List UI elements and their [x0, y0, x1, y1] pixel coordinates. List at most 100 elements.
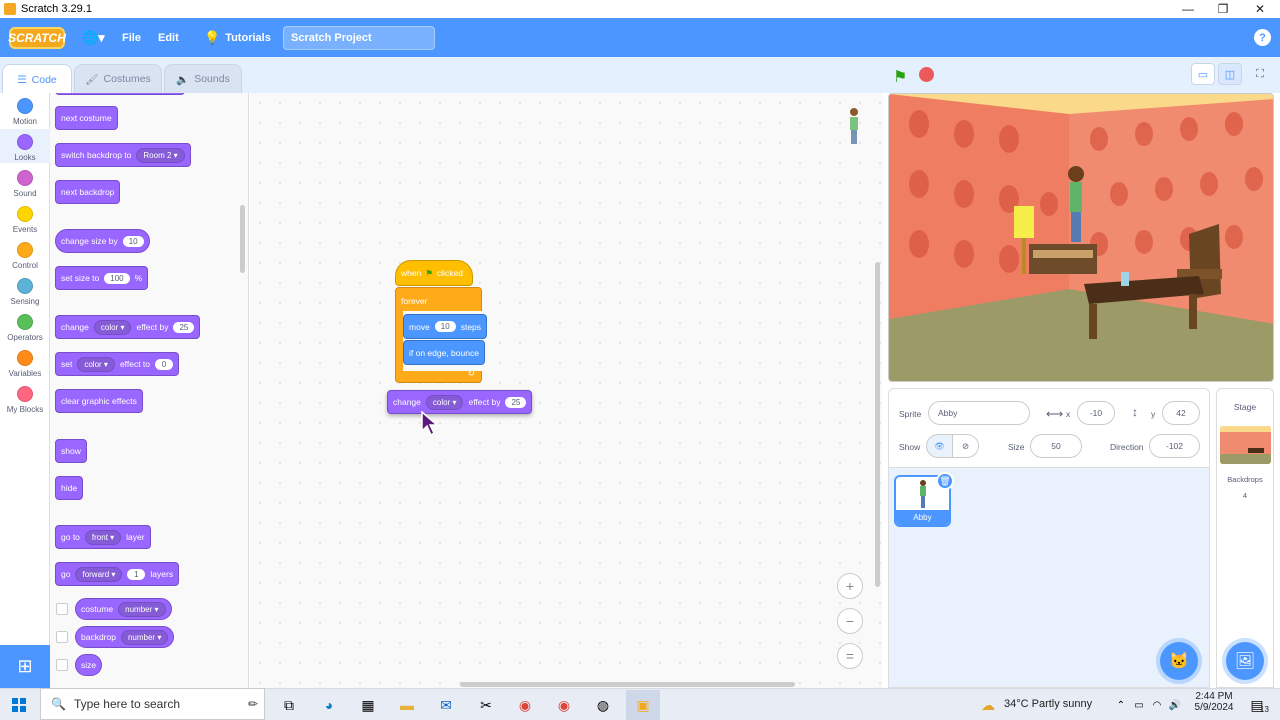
- when-flag-clicked-block[interactable]: when ⚑ clicked: [395, 260, 473, 286]
- category-sensing[interactable]: Sensing: [0, 278, 50, 306]
- direction-dropdown[interactable]: forward ▾: [75, 566, 123, 582]
- y-input[interactable]: 42: [1162, 401, 1200, 425]
- zoom-out-button[interactable]: −: [837, 608, 863, 634]
- category-looks[interactable]: Looks: [0, 129, 50, 163]
- small-stage-button[interactable]: ▭: [1191, 63, 1215, 85]
- help-icon[interactable]: ?: [1254, 29, 1271, 46]
- workspace-vscrollbar[interactable]: [875, 262, 880, 587]
- block-go-to-layer[interactable]: go to front ▾ layer: [55, 525, 151, 549]
- block-show[interactable]: show: [55, 439, 87, 463]
- steps-input[interactable]: 10: [434, 321, 456, 332]
- scratch-taskbar-icon[interactable]: ▣: [626, 690, 660, 720]
- effect-dropdown[interactable]: color ▾: [77, 356, 115, 372]
- layer-dropdown[interactable]: front ▾: [84, 529, 122, 545]
- palette-scrollbar[interactable]: [240, 205, 245, 273]
- file-explorer-icon[interactable]: ▬: [396, 695, 418, 715]
- block-clear-effects[interactable]: clear graphic effects: [55, 389, 143, 413]
- category-variables[interactable]: Variables: [0, 350, 50, 378]
- backdrop-dropdown[interactable]: Room 2 ▾: [136, 147, 185, 163]
- x-input[interactable]: -10: [1077, 401, 1115, 425]
- zoom-reset-button[interactable]: =: [837, 643, 863, 669]
- category-control[interactable]: Control: [0, 242, 50, 270]
- block-set-effect[interactable]: set color ▾ effect to 0: [55, 352, 180, 376]
- workspace-hscrollbar[interactable]: [460, 682, 795, 687]
- block-change-size[interactable]: change size by 10: [55, 229, 150, 253]
- green-flag-button[interactable]: ⚑: [893, 67, 907, 87]
- task-view-icon[interactable]: ⧉: [278, 695, 300, 715]
- file-menu[interactable]: File: [122, 18, 141, 57]
- taskbar-search[interactable]: 🔍 Type here to search ✏: [40, 688, 265, 720]
- effect-input[interactable]: 25: [505, 396, 527, 408]
- block-set-size[interactable]: set size to 100%: [55, 266, 149, 290]
- block-next-backdrop[interactable]: next backdrop: [55, 180, 121, 204]
- stage-canvas[interactable]: [888, 93, 1274, 382]
- effect-dropdown[interactable]: color ▾: [425, 394, 464, 410]
- layers-input[interactable]: 1: [127, 568, 146, 580]
- tab-sounds[interactable]: 🔈 Sounds: [164, 64, 242, 94]
- volume-icon[interactable]: 🔊: [1164, 695, 1186, 715]
- large-stage-button[interactable]: ◫: [1218, 63, 1242, 85]
- block-partial[interactable]: [55, 93, 185, 95]
- block-hide[interactable]: hide: [55, 476, 84, 500]
- category-sound[interactable]: Sound: [0, 170, 50, 198]
- size-input[interactable]: 50: [1030, 434, 1082, 458]
- dragged-change-effect-block[interactable]: change color ▾ effect by 25: [387, 390, 533, 414]
- mail-icon[interactable]: ✉: [435, 695, 457, 715]
- code-workspace[interactable]: when ⚑ clicked forever ↻ move 10 steps i…: [250, 93, 882, 688]
- block-change-effect[interactable]: change color ▾ effect by 25: [55, 315, 201, 339]
- move-steps-block[interactable]: move 10 steps: [403, 314, 488, 339]
- show-hidden-button[interactable]: ⊘: [952, 434, 979, 458]
- tab-costumes[interactable]: 🖌 Costumes: [74, 64, 162, 94]
- block-go-layers[interactable]: go forward ▾ 1 layers: [55, 562, 180, 586]
- costume-monitor-checkbox[interactable]: [56, 603, 68, 615]
- choose-backdrop-button[interactable]: 🖼: [1226, 642, 1264, 680]
- effect-input[interactable]: 25: [173, 321, 195, 333]
- direction-input[interactable]: -102: [1149, 434, 1200, 458]
- store-icon[interactable]: ▦: [357, 695, 379, 715]
- backdrop-monitor-checkbox[interactable]: [56, 631, 68, 643]
- costume-dropdown[interactable]: number ▾: [118, 601, 166, 617]
- stop-button[interactable]: [919, 67, 934, 82]
- scratch-logo[interactable]: SCRATCH: [8, 27, 66, 49]
- block-next-costume[interactable]: next costume: [55, 106, 118, 130]
- chrome-profile-icon[interactable]: ◉: [553, 695, 575, 715]
- effect-input[interactable]: 0: [155, 358, 174, 370]
- add-extension-button[interactable]: ⊞: [0, 645, 50, 688]
- category-operators[interactable]: Operators: [0, 314, 50, 342]
- capcut-icon[interactable]: ✂: [475, 695, 497, 715]
- maximize-button[interactable]: ❐: [1205, 0, 1241, 18]
- block-size-reporter[interactable]: size: [75, 654, 103, 676]
- size-monitor-checkbox[interactable]: [56, 659, 68, 671]
- events-dot-icon: [17, 206, 33, 222]
- edge-icon[interactable]: ◕: [318, 695, 340, 715]
- tutorials-menu[interactable]: 💡 Tutorials: [204, 18, 271, 57]
- block-backdrop-reporter[interactable]: backdrop number ▾: [75, 626, 175, 648]
- project-title-input[interactable]: Scratch Project: [283, 26, 435, 50]
- clock[interactable]: 2:44 PM 5/9/2024: [1190, 691, 1238, 713]
- delete-sprite-button[interactable]: 🗑: [936, 472, 954, 490]
- size-input[interactable]: 100: [104, 272, 130, 284]
- block-costume-reporter[interactable]: costume number ▾: [75, 598, 172, 620]
- language-menu[interactable]: 🌐▾: [82, 18, 105, 57]
- bounce-block[interactable]: if on edge, bounce: [403, 340, 485, 365]
- category-events[interactable]: Events: [0, 206, 50, 234]
- chrome-icon[interactable]: ◉: [514, 695, 536, 715]
- choose-sprite-button[interactable]: 🐱: [1160, 642, 1198, 680]
- show-visible-button[interactable]: 👁: [926, 434, 953, 458]
- windows-start-icon[interactable]: [8, 695, 30, 715]
- effect-dropdown[interactable]: color ▾: [93, 319, 132, 335]
- size-input[interactable]: 10: [122, 235, 144, 247]
- close-button[interactable]: ✕: [1242, 0, 1278, 18]
- zoom-in-button[interactable]: +: [837, 573, 863, 599]
- minimize-button[interactable]: —: [1170, 0, 1206, 18]
- sprite-name-input[interactable]: Abby: [928, 401, 1030, 425]
- block-switch-backdrop[interactable]: switch backdrop to Room 2 ▾: [55, 143, 191, 167]
- obs-icon[interactable]: ◍: [592, 695, 614, 715]
- edit-menu[interactable]: Edit: [158, 18, 179, 57]
- fullscreen-button[interactable]: ⛶: [1248, 63, 1272, 85]
- editor-tabs: ☰ Code 🖌 Costumes 🔈 Sounds: [0, 57, 890, 94]
- category-motion[interactable]: Motion: [0, 98, 50, 126]
- category-my-blocks[interactable]: My Blocks: [0, 386, 50, 414]
- tab-code[interactable]: ☰ Code: [2, 64, 72, 94]
- backdrop-number-dropdown[interactable]: number ▾: [120, 629, 169, 645]
